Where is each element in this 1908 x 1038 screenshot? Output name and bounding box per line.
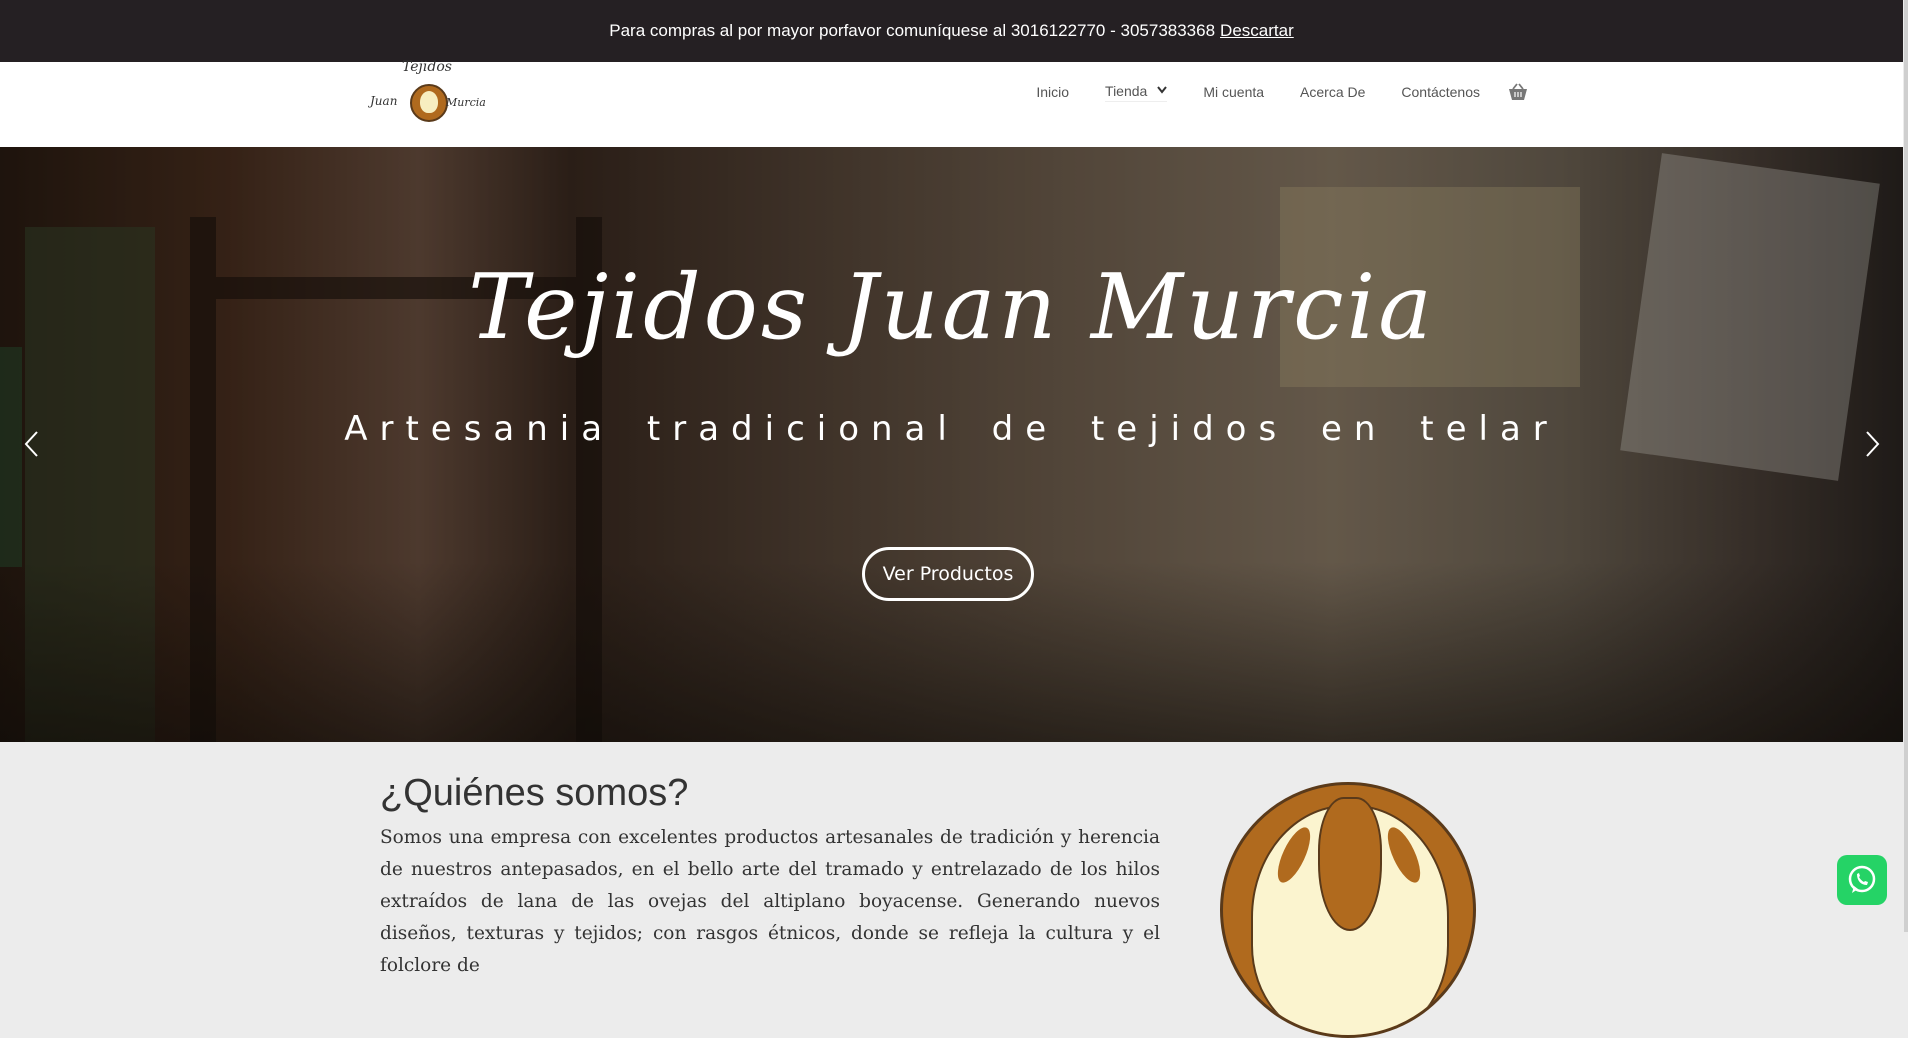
nav-contactenos[interactable]: Contáctenos [1401,84,1480,100]
logo-text-juan: Juan [370,94,398,108]
page-scrollbar[interactable] [1904,0,1908,932]
basket-icon[interactable] [1508,83,1528,101]
hero-title: Tejidos Juan Murcia [468,255,1435,360]
nav-tienda[interactable]: Tienda [1105,82,1168,102]
brand-seal-icon [1220,782,1476,1038]
about-paragraph: Somos una empresa con excelentes product… [380,827,1160,976]
site-logo[interactable]: Tejidos Juan Murcia [370,59,496,124]
dismiss-link[interactable]: Descartar [1220,21,1294,41]
logo-text-murcia: Murcia [446,96,486,109]
nav-mi-cuenta[interactable]: Mi cuenta [1203,84,1264,100]
logo-text-tejidos: Tejidos [402,59,452,75]
chevron-left-icon[interactable] [22,429,42,459]
logo-seal-icon [410,84,448,122]
about-heading: ¿Quiénes somos? [380,772,689,814]
nav-acerca-de[interactable]: Acerca De [1300,84,1365,100]
site-header: Tejidos Juan Murcia Inicio Tienda Mi cue… [0,59,1903,147]
hero-subtitle: Artesania tradicional de tejidos en tela… [344,409,1559,449]
seal-drop [1318,797,1382,931]
about-section: ¿Quiénes somos? Somos una empresa con ex… [0,742,1903,1038]
main-nav: Inicio Tienda Mi cuenta Acerca De Contác… [1000,62,1528,122]
nav-inicio[interactable]: Inicio [1036,84,1069,100]
ver-productos-button[interactable]: Ver Productos [862,547,1034,601]
notice-text: Para compras al por mayor porfavor comun… [609,21,1216,40]
wholesale-notice-bar: Para compras al por mayor porfavor comun… [0,0,1903,62]
chevron-down-icon [1157,85,1168,97]
chevron-right-icon[interactable] [1862,429,1882,459]
nav-tienda-label: Tienda [1105,82,1148,99]
hero-slider: Tejidos Juan Murcia Artesania tradiciona… [0,147,1903,742]
whatsapp-icon[interactable] [1837,855,1887,905]
